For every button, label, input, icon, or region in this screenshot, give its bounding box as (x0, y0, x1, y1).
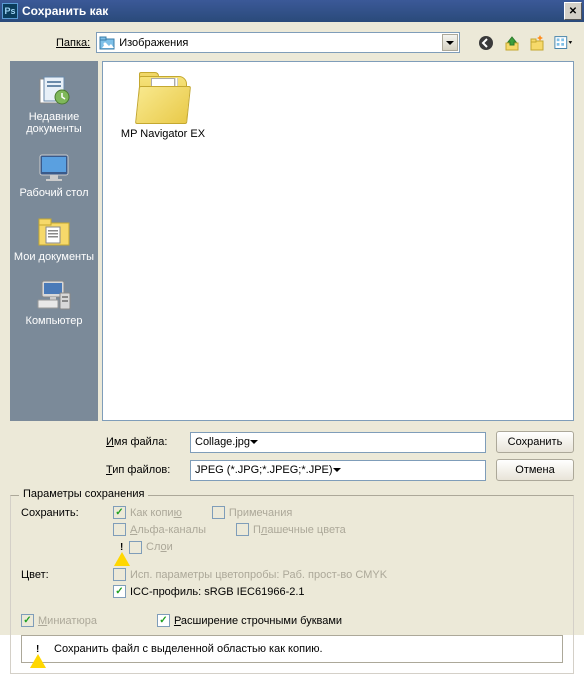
app-icon: Ps (2, 3, 18, 19)
lowercase-checkbox[interactable] (157, 614, 170, 627)
spot-label: Плашечные цвета (253, 524, 346, 536)
save-section-label: Сохранить: (21, 507, 113, 519)
dropdown-arrow-icon[interactable] (333, 468, 341, 472)
computer-icon (36, 279, 72, 311)
warning-icon (30, 642, 46, 656)
sidebar-item-recent[interactable]: Недавние документы (10, 69, 98, 141)
sidebar-label: Компьютер (26, 315, 83, 327)
folder-dropdown[interactable]: Изображения (96, 32, 460, 53)
warning-icon (114, 540, 130, 554)
new-folder-button[interactable] (528, 33, 548, 53)
folder-icon (133, 72, 193, 124)
as-copy-label: Как копию (130, 507, 182, 519)
layers-label: Слои (146, 541, 173, 553)
back-button[interactable] (476, 33, 496, 53)
up-button[interactable] (502, 33, 522, 53)
sidebar-label: Мои документы (14, 251, 94, 263)
file-list[interactable]: MP Navigator EX (102, 61, 574, 421)
proof-checkbox (113, 568, 126, 581)
spot-checkbox (236, 523, 249, 536)
filetype-dropdown[interactable]: JPEG (*.JPG;*.JPEG;*.JPE) (190, 460, 486, 481)
proof-label: Исп. параметры цветопробы: Раб. прост-во… (130, 569, 387, 581)
alpha-checkbox (113, 523, 126, 536)
thumbnail-label: Миниатюра (38, 615, 97, 627)
sidebar-item-desktop[interactable]: Рабочий стол (10, 145, 98, 205)
close-button[interactable]: ✕ (564, 2, 582, 20)
save-options-group: Параметры сохранения Сохранить: Как копи… (10, 495, 574, 674)
icc-label: ICC-профиль: sRGB IEC61966-2.1 (130, 586, 305, 598)
as-copy-checkbox (113, 506, 126, 519)
places-sidebar: Недавние документы Рабочий стол Мои доку… (10, 61, 98, 421)
layers-checkbox (129, 541, 142, 554)
folder-name: MP Navigator EX (121, 128, 205, 140)
filename-input[interactable]: Collage.jpg (190, 432, 486, 453)
dropdown-arrow-icon[interactable] (442, 34, 458, 51)
sidebar-label: Недавние документы (12, 111, 96, 135)
recent-docs-icon (36, 75, 72, 107)
notes-checkbox (212, 506, 225, 519)
cancel-button[interactable]: Отмена (496, 459, 574, 481)
dialog-body: Папка: Изображения Недавние документы Ра… (0, 22, 584, 635)
filetype-label: Тип файлов: (102, 464, 190, 476)
filename-label: Имя файла: (102, 436, 190, 448)
save-button[interactable]: Сохранить (496, 431, 574, 453)
titlebar: Ps Сохранить как ✕ (0, 0, 584, 22)
folder-label: Папка: (56, 37, 90, 49)
mydocs-icon (36, 215, 72, 247)
icc-checkbox[interactable] (113, 585, 126, 598)
dropdown-arrow-icon[interactable] (250, 440, 258, 444)
folder-item[interactable]: MP Navigator EX (113, 72, 213, 140)
desktop-icon (36, 151, 72, 183)
sidebar-item-computer[interactable]: Компьютер (10, 273, 98, 333)
sidebar-label: Рабочий стол (19, 187, 88, 199)
view-menu-button[interactable] (554, 33, 574, 53)
info-box: Сохранить файл с выделенной областью как… (21, 635, 563, 663)
window-title: Сохранить как (22, 4, 564, 18)
notes-label: Примечания (229, 507, 293, 519)
lowercase-label: Расширение строчными буквами (174, 615, 342, 627)
alpha-label: Альфа-каналы (130, 524, 206, 536)
sidebar-item-mydocs[interactable]: Мои документы (10, 209, 98, 269)
info-text: Сохранить файл с выделенной областью как… (54, 643, 323, 655)
color-section-label: Цвет: (21, 569, 113, 581)
thumbnail-checkbox (21, 614, 34, 627)
pictures-folder-icon (99, 35, 115, 51)
folder-value: Изображения (119, 37, 188, 49)
group-title: Параметры сохранения (19, 488, 148, 500)
